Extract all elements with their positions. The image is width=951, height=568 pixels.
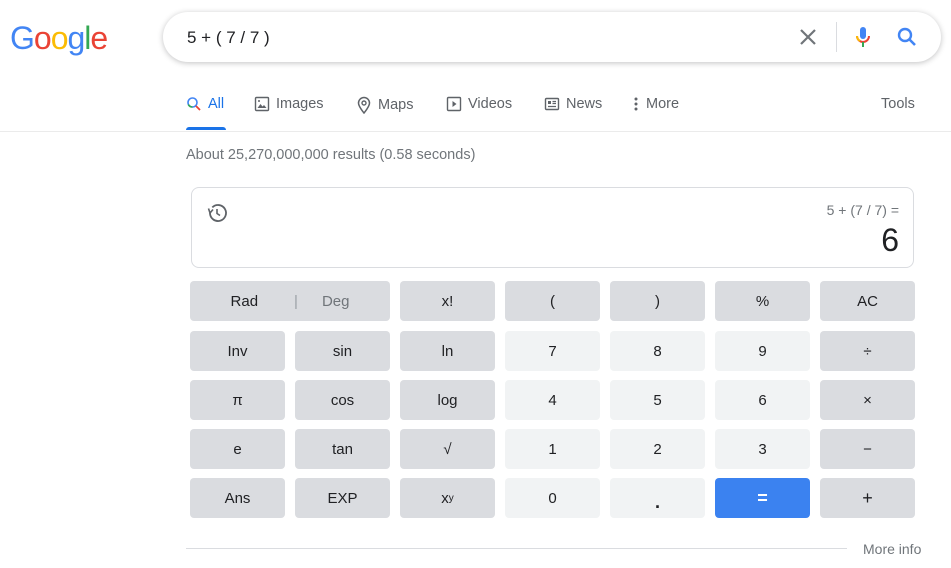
tab-more[interactable]: More <box>632 96 679 112</box>
history-icon[interactable] <box>205 201 229 230</box>
power-base: x <box>441 489 449 507</box>
search-divider <box>836 22 837 52</box>
ln-key[interactable]: ln <box>400 331 495 371</box>
search-icon <box>187 97 201 111</box>
close-icon[interactable] <box>796 25 820 49</box>
close-paren-key[interactable]: ) <box>610 281 705 321</box>
digit-1-key[interactable]: 1 <box>505 429 600 469</box>
sin-key[interactable]: sin <box>295 331 390 371</box>
cos-key[interactable]: cos <box>295 380 390 420</box>
angle-mode-toggle[interactable]: Rad | Deg <box>190 281 390 321</box>
logo-letter: G <box>10 20 35 56</box>
all-clear-key[interactable]: AC <box>820 281 915 321</box>
tab-maps[interactable]: Maps <box>356 96 413 114</box>
tools-button[interactable]: Tools <box>881 96 915 112</box>
inverse-key[interactable]: Inv <box>190 331 285 371</box>
tab-label: News <box>566 96 603 112</box>
newspaper-icon <box>544 97 560 111</box>
digit-7-key[interactable]: 7 <box>505 331 600 371</box>
percent-key[interactable]: % <box>715 281 810 321</box>
microphone-icon[interactable] <box>851 25 875 49</box>
logo-letter: o <box>50 20 69 56</box>
tab-label: Maps <box>378 97 414 113</box>
search-input[interactable] <box>185 22 749 54</box>
digit-2-key[interactable]: 2 <box>610 429 705 469</box>
tab-label: All <box>208 96 225 112</box>
power-exponent: y <box>448 492 454 504</box>
active-tab-indicator <box>186 127 226 130</box>
euler-key[interactable]: e <box>190 429 285 469</box>
exp-key[interactable]: EXP <box>295 478 390 518</box>
image-icon <box>254 96 270 112</box>
calculator-display: 5 + (7 / 7) = 6 <box>191 187 914 268</box>
minus-key[interactable]: − <box>820 429 915 469</box>
deg-label[interactable]: Deg <box>322 293 350 310</box>
answer-key[interactable]: Ans <box>190 478 285 518</box>
tab-all[interactable]: All <box>186 96 224 112</box>
divide-key[interactable]: ÷ <box>820 331 915 371</box>
digit-0-key[interactable]: 0 <box>505 478 600 518</box>
sqrt-key[interactable]: √ <box>400 429 495 469</box>
tab-news[interactable]: News <box>544 96 602 112</box>
search-box <box>163 12 941 62</box>
tab-videos[interactable]: Videos <box>446 96 512 112</box>
calculator-result: 6 <box>881 222 899 258</box>
tab-label: Videos <box>468 96 513 112</box>
multiply-key[interactable]: × <box>820 380 915 420</box>
plus-key[interactable]: + <box>820 478 915 518</box>
open-paren-key[interactable]: ( <box>505 281 600 321</box>
tab-label: Images <box>276 96 324 112</box>
mode-separator: | <box>294 292 298 310</box>
digit-5-key[interactable]: 5 <box>610 380 705 420</box>
rad-label[interactable]: Rad <box>231 293 259 310</box>
tabs-divider <box>0 131 951 132</box>
search-icon[interactable] <box>895 25 919 49</box>
more-info-link[interactable]: More info <box>863 541 921 557</box>
digit-8-key[interactable]: 8 <box>610 331 705 371</box>
pi-key[interactable]: π <box>190 380 285 420</box>
map-pin-icon <box>357 96 371 114</box>
tab-images[interactable]: Images <box>254 96 324 112</box>
calculator-expression: 5 + (7 / 7) = <box>826 202 899 218</box>
digit-6-key[interactable]: 6 <box>715 380 810 420</box>
result-stats: About 25,270,000,000 results (0.58 secon… <box>186 147 476 163</box>
digit-3-key[interactable]: 3 <box>715 429 810 469</box>
power-key[interactable]: xy <box>400 478 495 518</box>
video-icon <box>446 96 462 112</box>
tan-key[interactable]: tan <box>295 429 390 469</box>
tab-label: More <box>646 96 680 112</box>
decimal-key[interactable]: . <box>610 478 705 518</box>
factorial-key[interactable]: x! <box>400 281 495 321</box>
log-key[interactable]: log <box>400 380 495 420</box>
equals-key[interactable]: = <box>715 478 810 518</box>
more-vert-icon <box>634 97 638 111</box>
logo-letter: g <box>67 20 85 56</box>
google-logo[interactable]: Google <box>10 20 108 57</box>
digit-9-key[interactable]: 9 <box>715 331 810 371</box>
footer-divider <box>186 548 847 549</box>
logo-letter: o <box>33 20 52 56</box>
logo-letter: e <box>90 20 108 56</box>
digit-4-key[interactable]: 4 <box>505 380 600 420</box>
